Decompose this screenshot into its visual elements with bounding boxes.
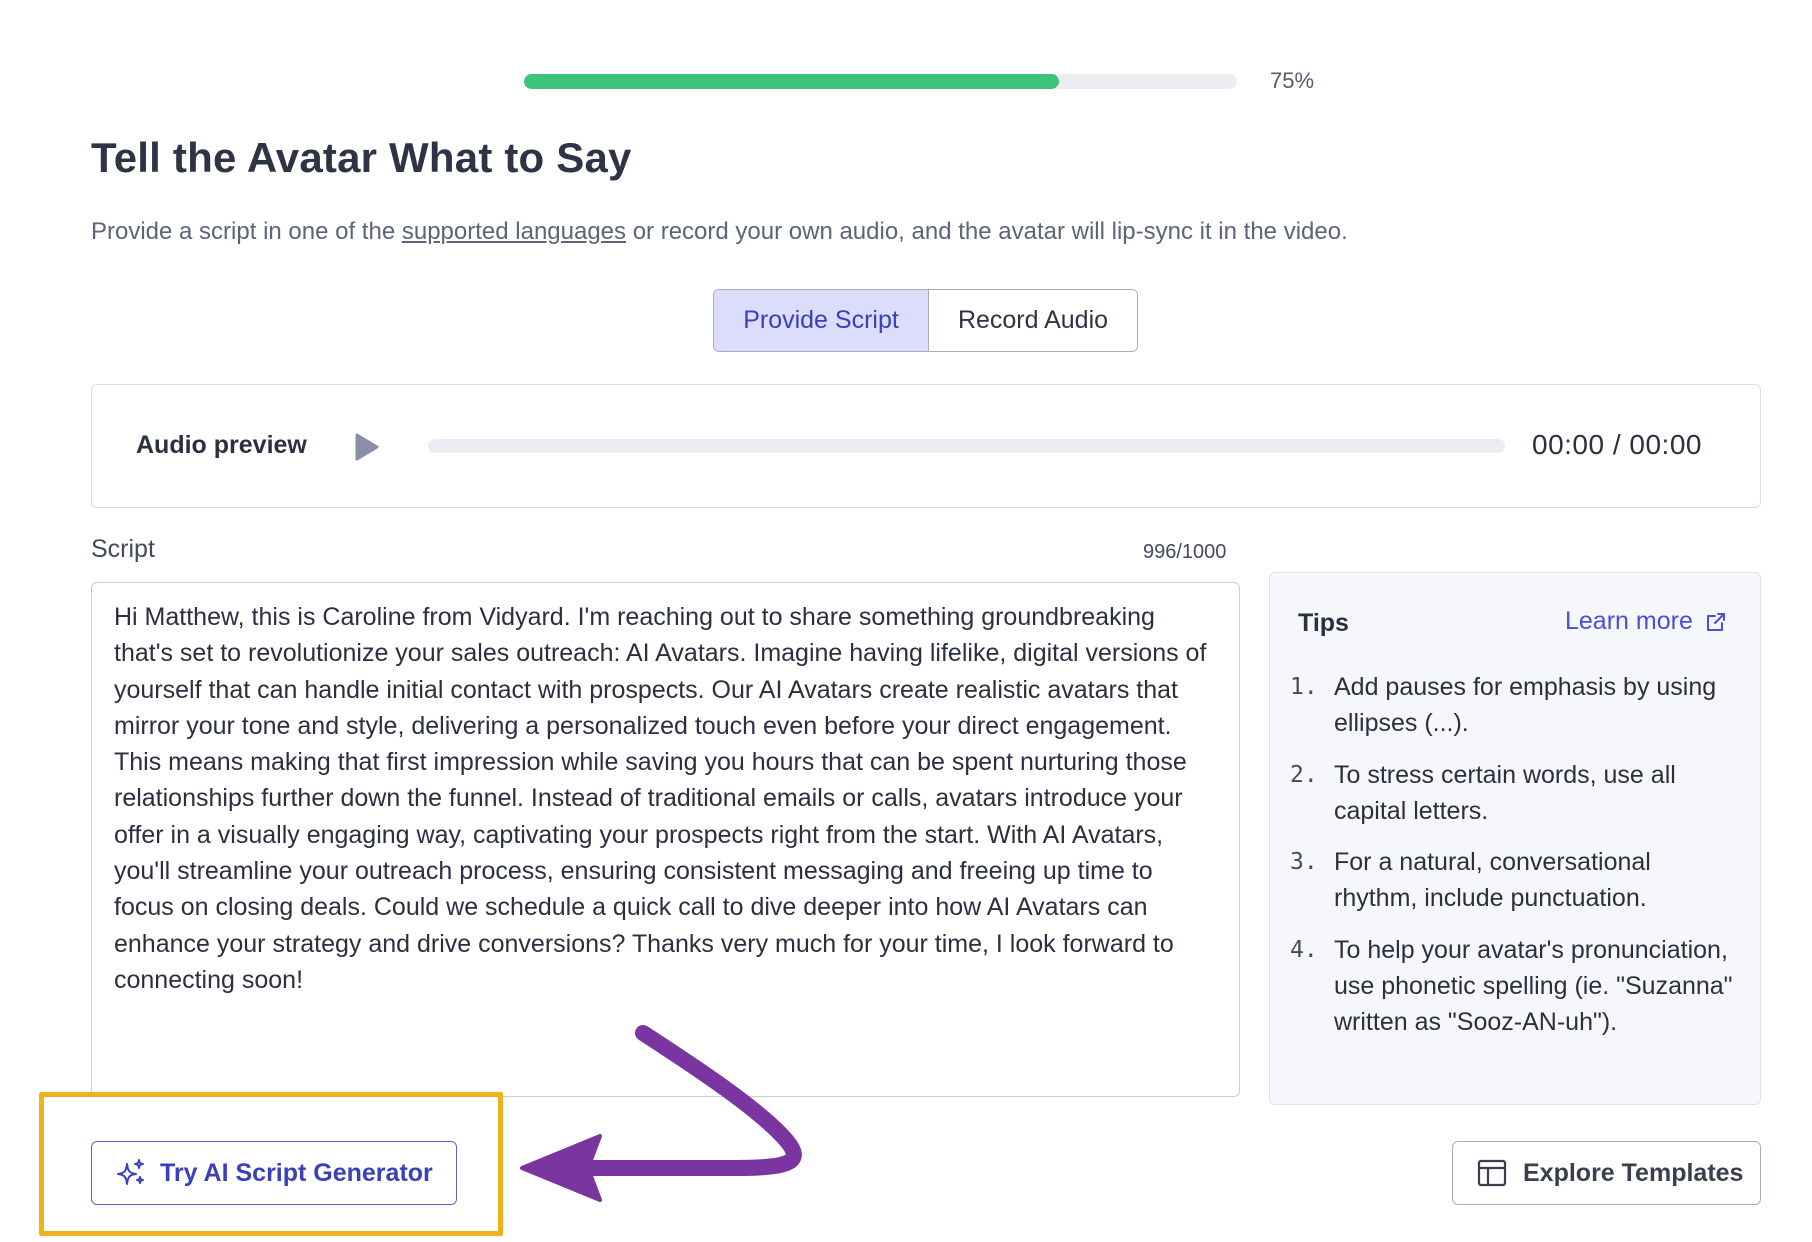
external-link-icon	[1706, 612, 1725, 631]
audio-time: 00:00 / 00:00	[1532, 429, 1702, 460]
learn-more-label: Learn more	[1565, 607, 1693, 635]
explore-templates-label: Explore Templates	[1523, 1158, 1744, 1187]
play-icon	[355, 433, 379, 461]
tip-text: To stress certain words, use all capital…	[1334, 760, 1676, 825]
script-text: Hi Matthew, this is Caroline from Vidyar…	[114, 603, 1207, 994]
subtitle-text-before: Provide a script in one of the	[91, 218, 402, 245]
progress-bar-fill	[524, 74, 1059, 89]
tip-number: 4.	[1290, 936, 1318, 963]
audio-preview-label: Audio preview	[136, 431, 307, 459]
page-title: Tell the Avatar What to Say	[91, 134, 632, 181]
tip-number: 1.	[1290, 674, 1318, 700]
tips-list: 1. Add pauses for emphasis by using ellip…	[1290, 669, 1740, 1056]
explore-templates-button[interactable]: Explore Templates	[1452, 1141, 1761, 1205]
progress-label: 75%	[1270, 68, 1315, 93]
tip-text: For a natural, conversational rhythm, in…	[1334, 848, 1651, 913]
tip-item: 3. For a natural, conversational rhythm, …	[1290, 844, 1740, 917]
template-icon	[1477, 1159, 1507, 1187]
tip-number: 3.	[1290, 849, 1318, 876]
tip-item: 1. Add pauses for emphasis by using ellip…	[1290, 669, 1740, 742]
tab-record-audio[interactable]: Record Audio	[929, 290, 1137, 351]
character-count: 996/1000	[1143, 541, 1227, 563]
supported-languages-link[interactable]: supported languages	[402, 218, 626, 245]
tip-item: 4. To help your avatar's pronunciation, u…	[1290, 932, 1740, 1041]
tip-text: Add pauses for emphasis by using ellipse…	[1334, 673, 1717, 738]
audio-preview-card: Audio preview 00:00 / 00:00	[91, 384, 1761, 508]
page-subtitle: Provide a script in one of the supported…	[91, 218, 1348, 246]
tip-text: To help your avatar's pronunciation, use…	[1334, 935, 1733, 1037]
tip-number: 2.	[1290, 761, 1318, 788]
tab-provide-script[interactable]: Provide Script	[714, 290, 929, 351]
tips-panel: Tips Learn more 1. Add pauses for emphasi…	[1269, 572, 1761, 1105]
highlight-box	[39, 1092, 503, 1236]
audio-scrubber[interactable]	[428, 439, 1505, 453]
tips-title: Tips	[1298, 609, 1349, 637]
subtitle-text-after: or record your own audio, and the avatar…	[626, 218, 1348, 245]
script-textarea[interactable]: Hi Matthew, this is Caroline from Vidyar…	[91, 582, 1240, 1097]
learn-more-link[interactable]: Learn more	[1565, 607, 1727, 636]
progress-bar	[524, 74, 1237, 89]
play-button[interactable]	[354, 433, 380, 461]
mode-toggle: Provide Script Record Audio	[713, 289, 1138, 352]
script-label: Script	[91, 535, 155, 563]
tip-item: 2. To stress certain words, use all capit…	[1290, 757, 1740, 830]
